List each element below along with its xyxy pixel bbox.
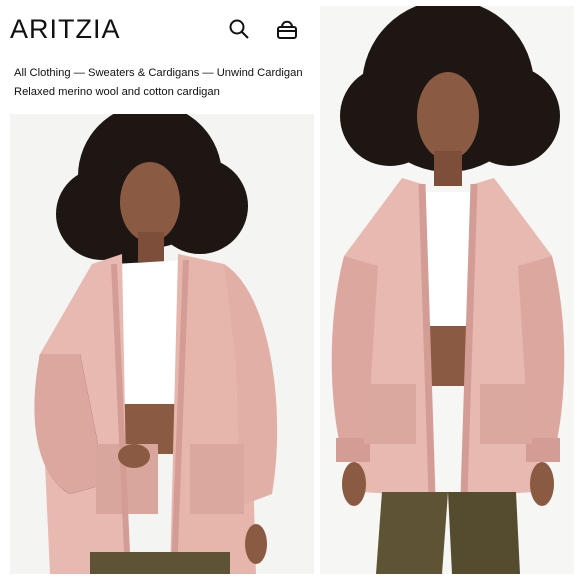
- breadcrumb-separator: —: [202, 67, 217, 79]
- header-panel: ARITZIA All Clothing — Sweaters & Cardig…: [0, 0, 314, 112]
- model-neck: [138, 232, 164, 262]
- model-neck: [434, 151, 462, 186]
- model-hand: [342, 462, 366, 506]
- product-photo-front-pose[interactable]: [320, 6, 574, 574]
- breadcrumb-item[interactable]: Sweaters & Cardigans: [88, 67, 199, 79]
- shopping-bag-icon[interactable]: [274, 16, 300, 42]
- model-hand: [118, 444, 150, 468]
- breadcrumb-item[interactable]: Unwind Cardigan: [217, 67, 303, 79]
- product-photo-side-pose[interactable]: [10, 114, 314, 574]
- model-hand: [245, 524, 267, 564]
- brand-logo[interactable]: ARITZIA: [10, 14, 121, 45]
- product-subtitle: Relaxed merino wool and cotton cardigan: [14, 86, 220, 98]
- olive-pants: [90, 552, 230, 574]
- model-face: [120, 162, 180, 242]
- model-hand: [530, 462, 554, 506]
- breadcrumb: All Clothing — Sweaters & Cardigans — Un…: [14, 67, 303, 79]
- search-icon[interactable]: [226, 16, 252, 42]
- breadcrumb-separator: —: [73, 67, 88, 79]
- model-face: [417, 72, 479, 160]
- olive-pants: [448, 492, 520, 574]
- breadcrumb-item[interactable]: All Clothing: [14, 67, 71, 79]
- olive-pants: [376, 492, 448, 574]
